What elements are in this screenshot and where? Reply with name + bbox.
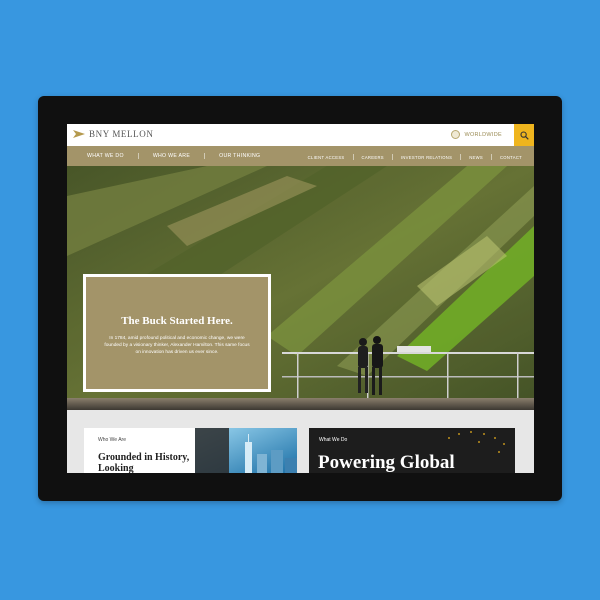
nav-client-access[interactable]: CLIENT ACCESS <box>308 155 345 160</box>
brand-logo[interactable]: BNY MELLON <box>73 129 153 139</box>
region-label: WORLDWIDE <box>464 131 502 138</box>
nav-what-we-do[interactable]: WHAT WE DO <box>87 153 124 159</box>
nav-divider <box>204 153 206 159</box>
nav-who-we-are[interactable]: WHO WE ARE <box>153 153 190 159</box>
nav-divider <box>137 153 139 159</box>
primary-nav: WHAT WE DO WHO WE ARE OUR THINKING <box>87 153 260 159</box>
what-we-do-card[interactable]: What We Do Powering Global <box>309 428 515 473</box>
nav-news[interactable]: NEWS <box>469 155 483 160</box>
nav-divider <box>352 154 354 160</box>
city-image <box>195 428 297 473</box>
browser-screen: BNY MELLON WORLDWIDE WHAT WE DO WHO WE A… <box>67 124 534 473</box>
logo-mark-icon <box>73 130 85 138</box>
card-label: What We Do <box>319 437 348 443</box>
hero-text: In 1784, amid profound political and eco… <box>104 336 250 355</box>
card-heading: Powering Global <box>318 452 455 473</box>
main-nav: WHAT WE DO WHO WE ARE OUR THINKING CLIEN… <box>67 146 534 166</box>
nav-divider <box>490 154 492 160</box>
globe-icon <box>451 130 461 139</box>
city-photo <box>195 428 297 473</box>
content-section: Who We Are Grounded in History, Looking <box>67 410 534 473</box>
nav-investor-relations[interactable]: INVESTOR RELATIONS <box>401 155 452 160</box>
region-selector[interactable]: WORLDWIDE <box>451 130 502 139</box>
search-button[interactable] <box>514 124 534 146</box>
nav-our-thinking[interactable]: OUR THINKING <box>219 153 260 159</box>
hero-title: The Buck Started Here. <box>121 315 233 327</box>
brand-name: BNY MELLON <box>89 129 154 139</box>
nav-careers[interactable]: CAREERS <box>362 155 384 160</box>
secondary-nav: CLIENT ACCESS CAREERS INVESTOR RELATIONS… <box>308 154 522 160</box>
hero-banner: The Buck Started Here. In 1784, amid pro… <box>67 166 534 410</box>
nav-divider <box>460 154 462 160</box>
hero-card: The Buck Started Here. In 1784, amid pro… <box>83 274 271 392</box>
top-bar: BNY MELLON WORLDWIDE <box>67 124 534 146</box>
card-label: Who We Are <box>98 437 126 443</box>
who-we-are-card[interactable]: Who We Are Grounded in History, Looking <box>84 428 195 473</box>
search-icon <box>519 130 529 140</box>
nav-divider <box>391 154 393 160</box>
card-heading: Grounded in History, Looking <box>98 452 190 473</box>
nav-contact[interactable]: CONTACT <box>500 155 522 160</box>
